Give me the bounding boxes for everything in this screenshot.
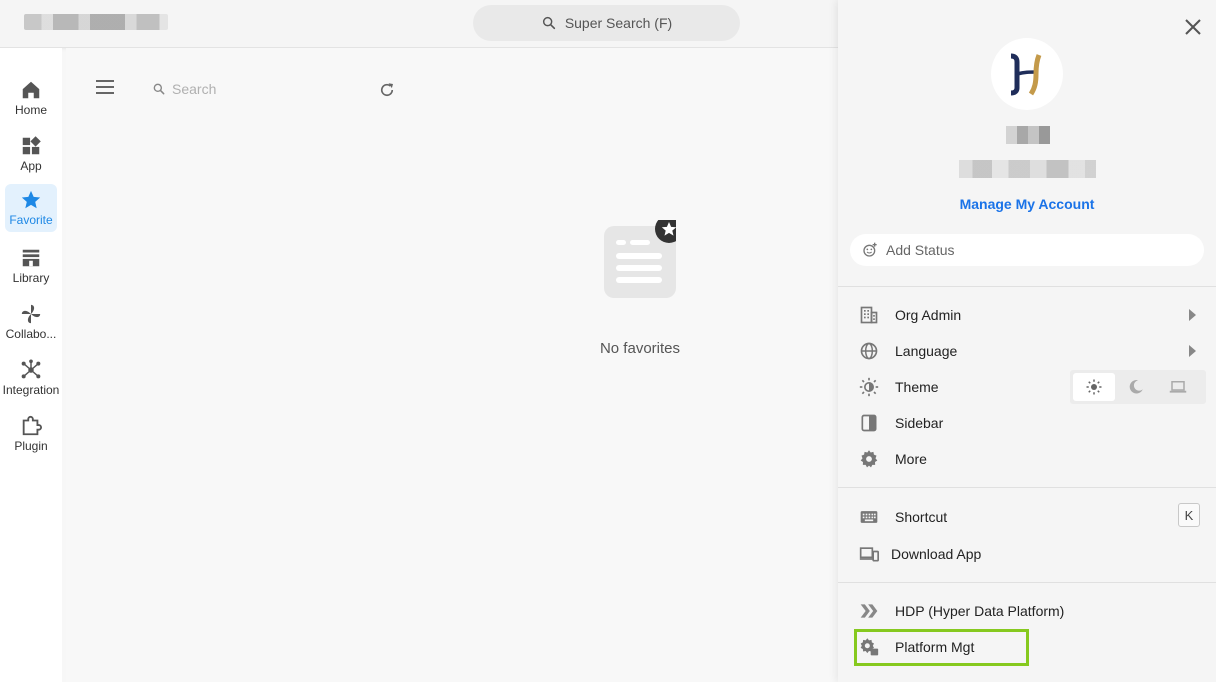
search-icon bbox=[153, 83, 165, 95]
nav-label-favorite: Favorite bbox=[9, 213, 53, 227]
theme-system-option[interactable] bbox=[1157, 373, 1199, 401]
org-logo-redacted bbox=[24, 14, 168, 30]
company-logo-icon bbox=[1010, 53, 1042, 96]
menu-item-download-app[interactable]: Download App bbox=[858, 540, 1204, 568]
add-status-placeholder: Add Status bbox=[886, 242, 955, 258]
hdp-label: HDP (Hyper Data Platform) bbox=[895, 603, 1065, 619]
account-panel: Manage My Account Add Status Org Admin L… bbox=[838, 0, 1216, 682]
search-icon bbox=[542, 16, 555, 30]
platform-mgt-highlight bbox=[854, 629, 1029, 666]
laptop-icon bbox=[1169, 381, 1187, 393]
apps-icon bbox=[22, 136, 41, 155]
nav-label-library: Library bbox=[12, 271, 50, 285]
home-icon bbox=[22, 81, 40, 99]
star-icon bbox=[21, 190, 41, 209]
nav-item-collaboration[interactable]: Collabo... bbox=[5, 298, 57, 346]
chevron-right-icon bbox=[1189, 309, 1196, 321]
menu-item-org-admin[interactable]: Org Admin bbox=[858, 301, 1204, 329]
language-label: Language bbox=[895, 343, 958, 359]
divider bbox=[838, 487, 1216, 488]
menu-item-hdp[interactable]: HDP (Hyper Data Platform) bbox=[858, 597, 1204, 625]
shortcut-label: Shortcut bbox=[895, 509, 948, 525]
integration-icon bbox=[21, 359, 41, 379]
avatar[interactable] bbox=[991, 38, 1063, 110]
sidebar-icon bbox=[861, 414, 877, 432]
sun-icon bbox=[1086, 379, 1102, 395]
divider bbox=[838, 582, 1216, 583]
devices-icon bbox=[859, 547, 879, 562]
chevron-right-icon bbox=[1189, 345, 1196, 357]
nav-item-home[interactable]: Home bbox=[5, 74, 57, 122]
nav-item-app[interactable]: App bbox=[5, 130, 57, 178]
menu-icon[interactable] bbox=[96, 80, 114, 94]
emoji-add-icon bbox=[863, 242, 877, 257]
library-icon bbox=[22, 249, 40, 267]
sidebar-label: Sidebar bbox=[895, 415, 944, 431]
super-search-button[interactable]: Super Search (F) bbox=[473, 5, 740, 41]
nav-item-favorite[interactable]: Favorite bbox=[5, 184, 57, 232]
theme-light-option[interactable] bbox=[1073, 373, 1115, 401]
org-admin-label: Org Admin bbox=[895, 307, 962, 323]
double-chevron-icon bbox=[860, 604, 878, 618]
gear-icon bbox=[860, 450, 878, 468]
divider bbox=[838, 286, 1216, 287]
menu-item-shortcut[interactable]: Shortcut K bbox=[858, 503, 1204, 531]
favorites-content: No favorites bbox=[66, 48, 838, 682]
user-email-redacted bbox=[959, 160, 1096, 178]
moon-icon bbox=[1129, 380, 1143, 394]
theme-label: Theme bbox=[895, 379, 939, 395]
nav-label-home: Home bbox=[14, 103, 47, 117]
favorites-search bbox=[152, 81, 322, 97]
nav-label-plugin: Plugin bbox=[14, 439, 48, 453]
building-icon bbox=[860, 306, 878, 324]
left-nav: Home App Favorite Library Collabo... Int… bbox=[0, 48, 62, 682]
nav-label-collaboration: Collabo... bbox=[5, 327, 57, 341]
globe-icon bbox=[860, 342, 878, 360]
refresh-icon[interactable] bbox=[378, 81, 396, 99]
more-label: More bbox=[895, 451, 927, 467]
manage-account-link[interactable]: Manage My Account bbox=[838, 196, 1216, 212]
add-status-field[interactable]: Add Status bbox=[850, 234, 1204, 266]
user-name-redacted bbox=[1006, 126, 1050, 144]
theme-switch bbox=[1070, 370, 1206, 404]
plugin-icon bbox=[22, 415, 42, 436]
menu-item-more[interactable]: More bbox=[858, 445, 1204, 473]
nav-label-integration: Integration bbox=[2, 383, 60, 397]
close-icon[interactable] bbox=[1184, 18, 1202, 36]
keyboard-icon bbox=[860, 511, 878, 523]
nav-label-app: App bbox=[20, 159, 42, 173]
empty-favorites-illustration bbox=[604, 220, 676, 298]
nav-item-plugin[interactable]: Plugin bbox=[5, 410, 57, 458]
menu-item-sidebar[interactable]: Sidebar bbox=[858, 409, 1204, 437]
nav-item-library[interactable]: Library bbox=[5, 242, 57, 290]
menu-item-language[interactable]: Language bbox=[858, 337, 1204, 365]
pinwheel-icon bbox=[21, 304, 41, 324]
download-app-label: Download App bbox=[891, 546, 982, 562]
theme-icon bbox=[859, 377, 879, 397]
favorites-search-input[interactable] bbox=[172, 81, 322, 97]
nav-item-integration[interactable]: Integration bbox=[2, 354, 60, 402]
theme-dark-option[interactable] bbox=[1115, 373, 1157, 401]
shortcut-key-badge: K bbox=[1178, 503, 1200, 527]
super-search-label: Super Search (F) bbox=[564, 15, 673, 31]
